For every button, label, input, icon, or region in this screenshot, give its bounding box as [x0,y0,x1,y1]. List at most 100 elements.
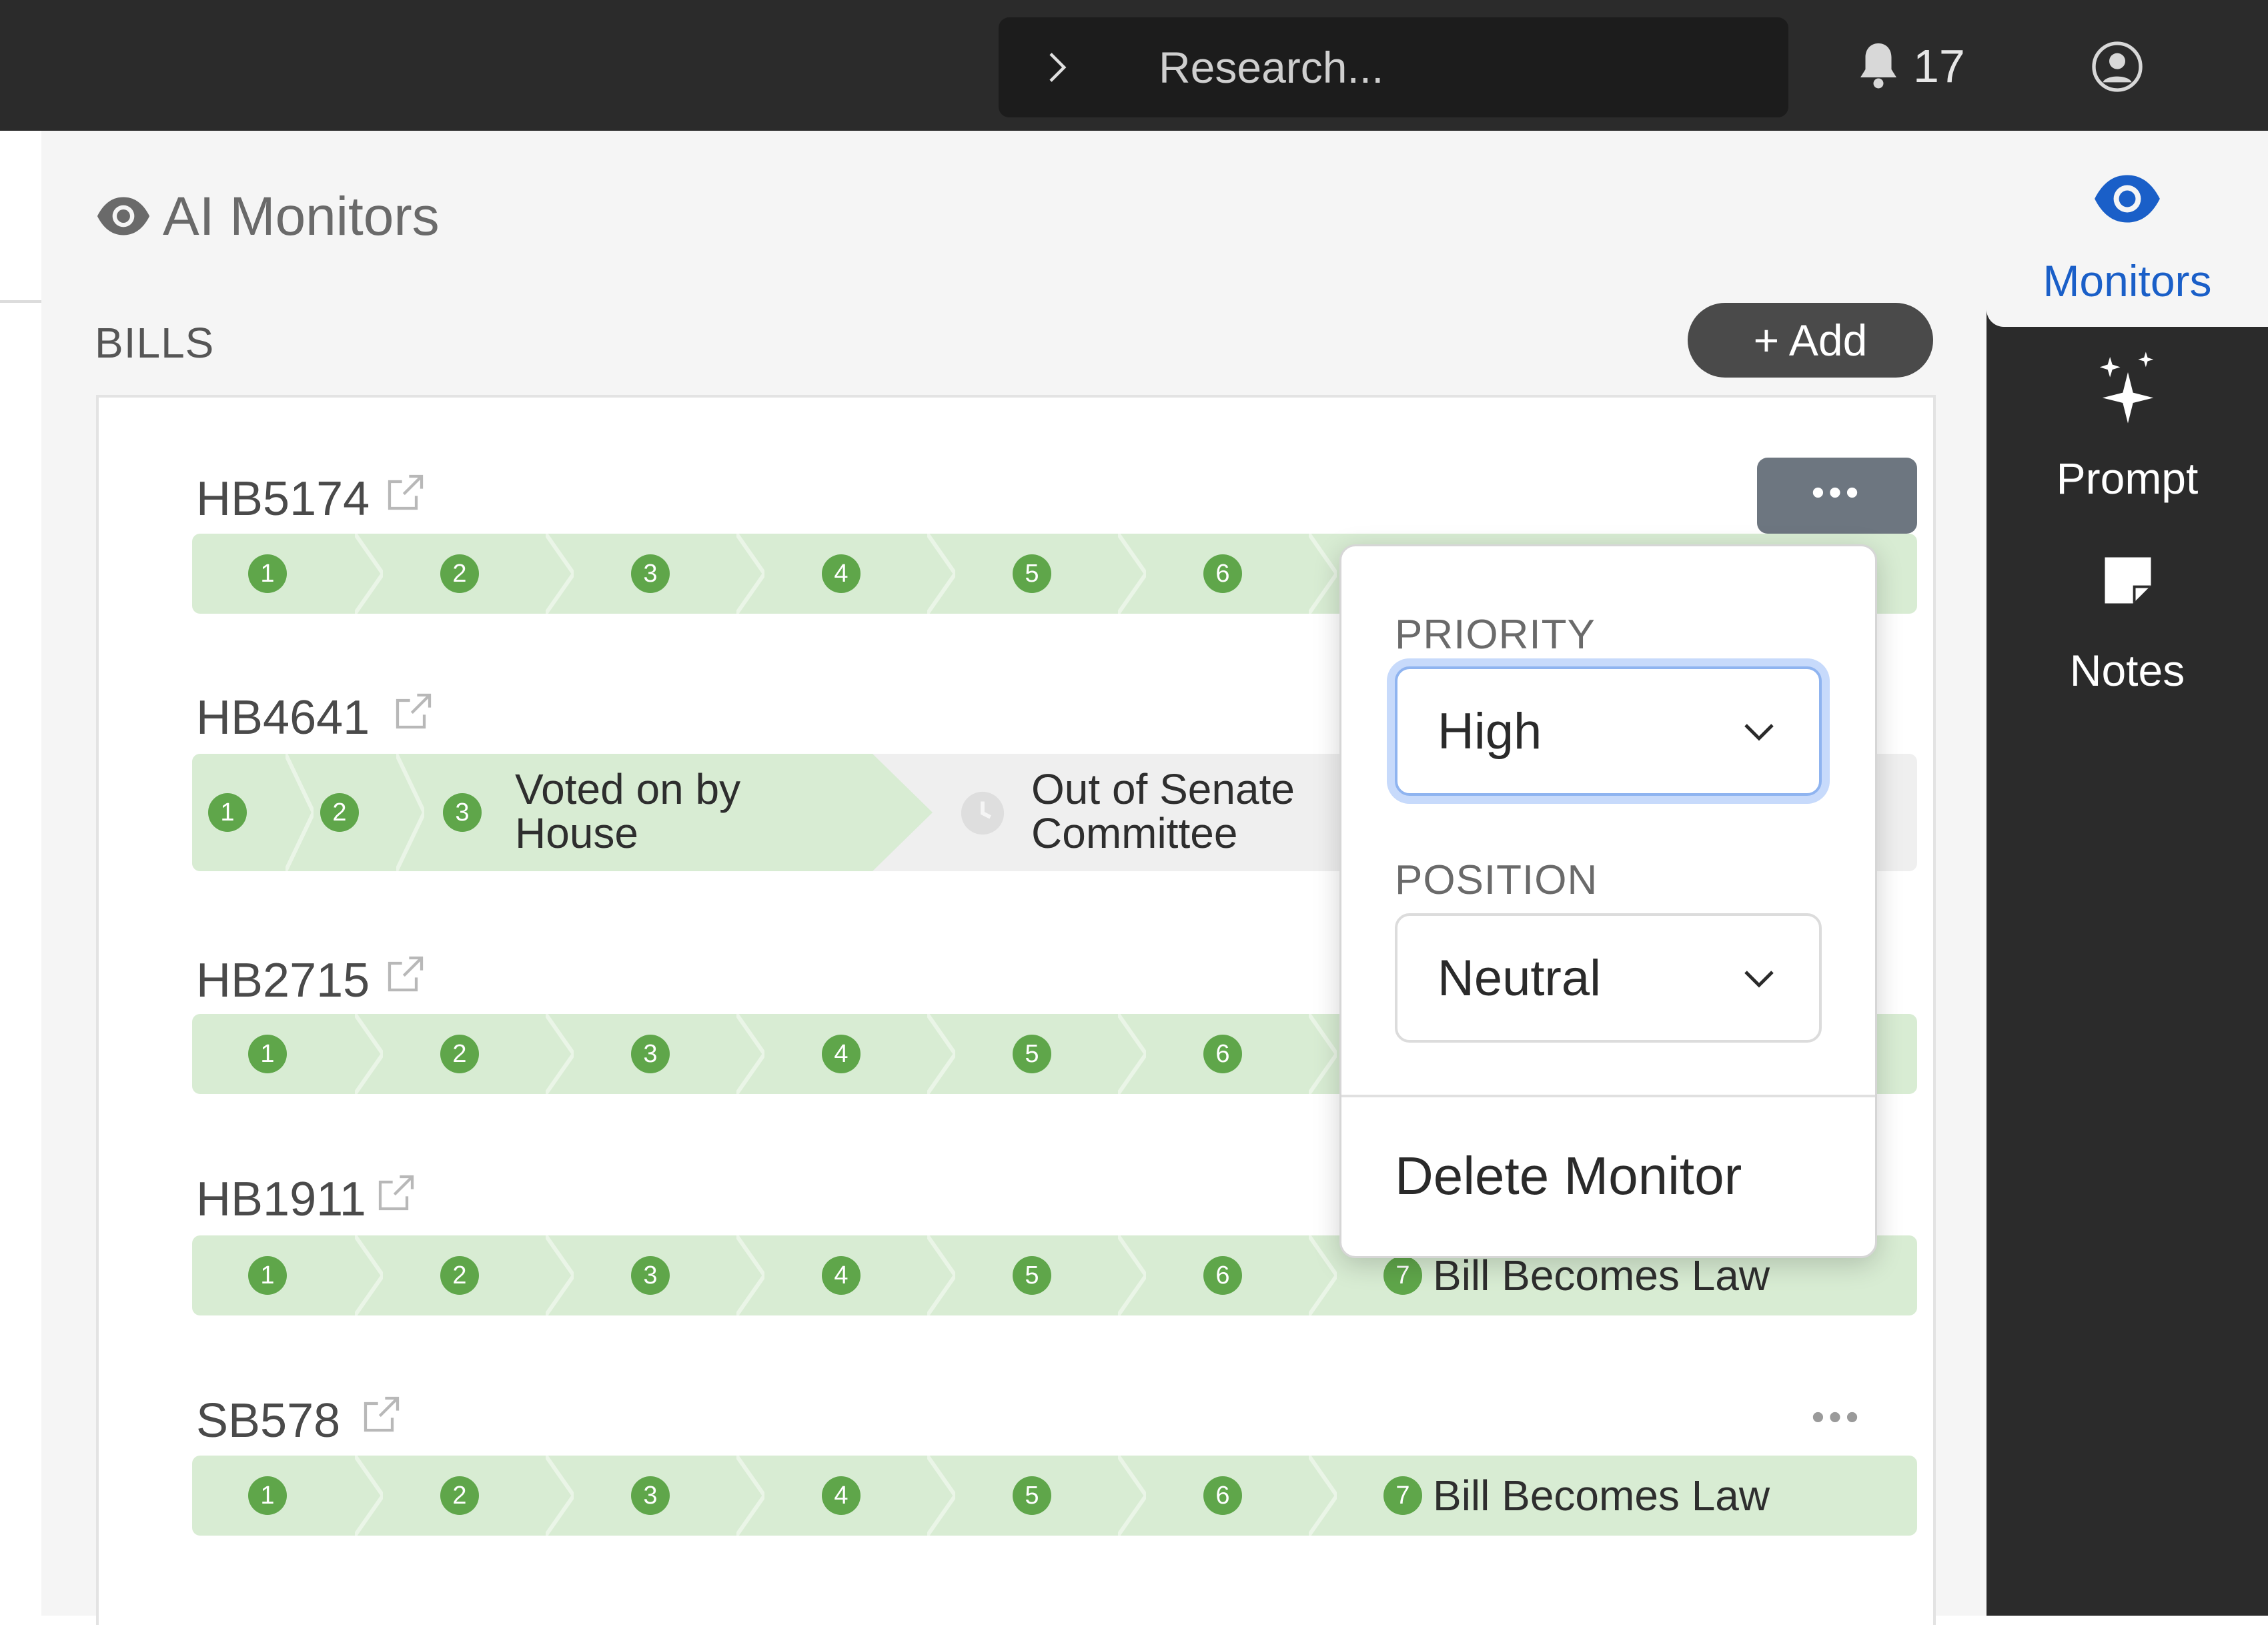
sidebar-item-notes[interactable]: Notes [1987,536,2268,703]
step-number: 2 [320,793,359,832]
step-number: 2 [440,554,479,593]
step-number: 1 [248,554,287,593]
step-separator [927,1235,955,1315]
step-separator [1118,1014,1146,1094]
progress-step-final: 7 Bill Becomes Law [1337,1456,1917,1536]
step-separator [1309,1235,1337,1315]
external-link-icon[interactable] [360,1393,403,1436]
position-label: POSITION [1395,857,1598,903]
search-placeholder: Research... [1159,43,1384,92]
monitor-options-menu: PRIORITY High POSITION Neutral Delete Mo… [1339,544,1877,1258]
step-number: 4 [822,1256,861,1295]
bill-progress-track: 1 2 3 4 5 6 7 Bill Becomes Law [192,1456,1917,1536]
sidebar-item-label: Monitors [2043,256,2212,306]
more-options-button[interactable]: ••• [1757,458,1917,534]
step-number: 3 [631,1035,670,1073]
step-number: 6 [1203,554,1242,593]
step-number: 1 [248,1476,287,1515]
step-separator [1118,1456,1146,1536]
step-number: 1 [248,1256,287,1295]
step-separator [355,1235,383,1315]
step-separator [736,1456,764,1536]
more-options-button[interactable]: ••• [1757,1393,1917,1446]
final-stage-label: Bill Becomes Law [1433,1472,1770,1520]
bill-id[interactable]: HB5174 [196,475,370,523]
step-number: 2 [440,1476,479,1515]
step-separator [355,534,383,614]
step-number: 2 [440,1256,479,1295]
step-number: 6 [1203,1256,1242,1295]
step-number: 5 [1013,1035,1051,1073]
chevron-down-icon [1744,971,1774,988]
bill-id[interactable]: HB2715 [196,957,370,1005]
user-avatar-icon[interactable] [2091,40,2144,93]
step-number: 4 [822,554,861,593]
final-stage-label: Bill Becomes Law [1433,1251,1770,1299]
step-separator [286,754,314,871]
bill-id[interactable]: HB1911 [196,1175,366,1223]
sidebar-item-label: Prompt [2056,454,2199,503]
step-number: 1 [208,793,247,832]
step-number: 5 [1013,1256,1051,1295]
step-separator [927,1456,955,1536]
notification-count[interactable]: 17 [1913,43,1965,89]
current-stage-label: Voted on by House [515,765,741,857]
step-number: 6 [1203,1476,1242,1515]
delete-monitor-button[interactable]: Delete Monitor [1395,1149,1742,1203]
step-number: 6 [1203,1035,1242,1073]
menu-divider [1341,1095,1875,1097]
chevron-down-icon [1744,724,1774,741]
step-separator [546,534,574,614]
step-separator [546,1235,574,1315]
step-separator [1309,1014,1337,1094]
step-number: 4 [822,1035,861,1073]
step-separator [736,1014,764,1094]
step-separator [1118,534,1146,614]
step-separator [396,754,424,871]
priority-value: High [1438,703,1542,760]
step-separator [927,534,955,614]
external-link-icon[interactable] [375,1171,418,1214]
step-separator [546,1014,574,1094]
right-sidebar: Monitors Prompt Notes [1987,131,2268,1616]
priority-select[interactable]: High [1395,666,1822,796]
step-separator [736,1235,764,1315]
sidebar-item-prompt[interactable]: Prompt [1987,344,2268,511]
bill-id[interactable]: HB4641 [196,694,370,742]
step-separator [927,1014,955,1094]
sparkle-icon [2099,352,2154,424]
chevron-right-icon [1049,53,1067,82]
external-link-icon[interactable] [384,471,427,514]
step-number: 5 [1013,1476,1051,1515]
step-number: 3 [631,1256,670,1295]
position-value: Neutral [1438,950,1601,1007]
external-link-icon[interactable] [384,953,427,995]
external-link-icon[interactable] [392,690,435,732]
position-select[interactable]: Neutral [1395,913,1822,1043]
priority-label: PRIORITY [1395,612,1596,658]
add-bill-button[interactable]: + Add [1688,303,1933,378]
sidebar-item-monitors[interactable]: Monitors [1987,131,2268,327]
bell-icon[interactable] [1854,39,1902,92]
step-number: 3 [631,554,670,593]
note-icon [2105,557,2151,604]
search-bar[interactable]: Research... [999,17,1788,117]
sidebar-item-label: Notes [2069,646,2185,695]
section-label: BILLS [95,319,215,367]
step-separator [1309,534,1337,614]
left-collapsed-panel [0,131,41,1616]
step-separator [355,1014,383,1094]
ellipsis-icon: ••• [1811,1396,1863,1438]
bill-id[interactable]: SB578 [196,1397,340,1445]
next-stage-label: Out of Senate Committee [1031,765,1295,857]
step-number: 2 [440,1035,479,1073]
step-number: 1 [248,1035,287,1073]
step-number: 5 [1013,554,1051,593]
step-separator [546,1456,574,1536]
eye-icon [2095,175,2160,223]
step-number: 7 [1383,1256,1422,1295]
step-number: 7 [1383,1476,1422,1515]
top-bar: Research... 17 [0,0,2268,131]
clock-icon [961,791,1005,835]
step-separator [1309,1456,1337,1536]
